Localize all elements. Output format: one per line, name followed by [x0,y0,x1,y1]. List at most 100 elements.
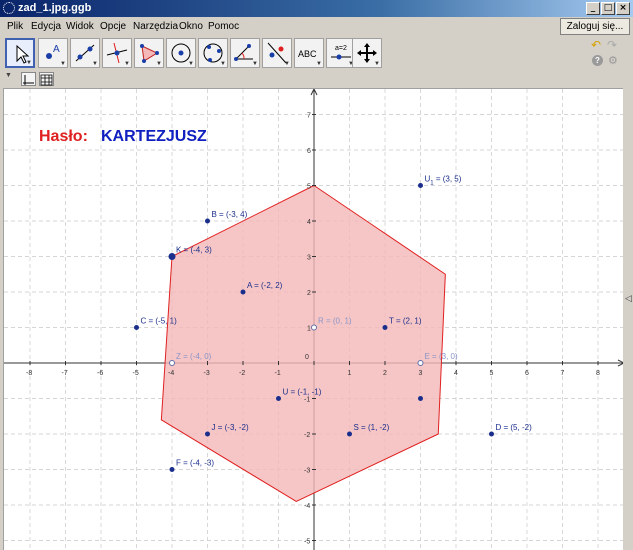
x-tick-label: 6 [525,370,529,377]
point-label: F = (-4, -3) [176,459,214,468]
settings-gear-icon[interactable]: ⚙ [608,55,619,66]
view-splitter[interactable]: ◁ [623,88,633,550]
reflect-tool[interactable]: ▼ [262,38,292,68]
y-tick-label: 6 [307,148,311,155]
redo-icon[interactable]: ↷ [607,39,619,51]
x-tick-label: -1 [275,370,281,377]
point-label: C = (-5, 1) [141,317,178,326]
point-marker[interactable] [418,396,423,401]
hexagon-polygon[interactable] [160,184,446,503]
x-tick-label: -2 [239,370,245,377]
minimize-button[interactable]: _ [586,2,600,15]
point-label: E = (3, 0) [425,352,458,361]
text-tool[interactable]: ABC ▼ [294,38,324,68]
point-marker[interactable] [168,253,176,260]
point-marker[interactable] [169,467,175,472]
menu-bar: Plik Edycja Widok Opcje Narzędzia Okno P… [0,17,633,36]
y-tick-label: 5 [307,184,311,191]
point-marker[interactable] [240,289,246,295]
point-marker[interactable] [347,431,352,437]
menu-narzedzia[interactable]: Narzędzia [133,21,178,32]
line-tool[interactable]: ▼ [70,38,100,68]
x-tick-label: -4 [168,370,174,377]
menu-edycja[interactable]: Edycja [31,21,61,32]
conic-tool[interactable]: ▼ [198,38,228,68]
polygon-tool[interactable]: ▼ [134,38,164,68]
grid-icon [40,74,53,86]
y-tick-label: -4 [304,503,310,510]
point-marker[interactable] [418,183,423,188]
x-tick-label: -6 [97,370,103,377]
slider-tool-label: a=2 [335,45,347,52]
collapse-stylebar-icon[interactable]: ▼ [5,72,12,79]
point-marker[interactable] [311,324,317,331]
menu-opcje[interactable]: Opcje [100,21,126,32]
move-view-tool[interactable]: ▼ [352,38,382,68]
toggle-axes-button[interactable] [21,72,36,86]
point-marker[interactable] [134,325,139,330]
window-title: zad_1.jpg.ggb [18,2,92,14]
point-marker[interactable] [489,431,494,437]
y-tick-label: -1 [304,397,310,404]
point-marker[interactable] [417,360,424,366]
menu-pomoc[interactable]: Pomoc [208,21,239,32]
point-marker[interactable] [382,325,388,330]
y-tick-label: -3 [304,468,310,475]
expand-panel-icon[interactable]: ◁ [625,293,632,304]
toolbar: ▼ A ▼ ▼ ▼ ▼ ▼ ▼ ▼ ▼ ABC ▼ a=2 ▼ [0,36,633,70]
point-label: U = (-1, -1) [283,388,322,397]
point-label: J = (-3, -2) [212,423,249,432]
point-label: A = (-2, 2) [247,281,283,290]
title-bar: zad_1.jpg.ggb _ □ × [0,0,633,17]
menu-okno[interactable]: Okno [179,21,203,32]
circle-tool[interactable]: ▼ [166,38,196,68]
graphics-view[interactable]: -8 -7 -6 -5 -4 -3 -2 -1 0 1 2 3 4 5 6 7 8 1 2 3 4 5 6 7 -1 -2 -3 -4… [3,88,623,550]
y-tick-label: 4 [307,219,311,226]
geogebra-window: zad_1.jpg.ggb _ □ × Plik Edycja Widok Op… [0,0,633,550]
x-tick-label: 5 [490,370,494,377]
y-tick-label: -2 [304,432,310,439]
x-tick-label: -8 [26,370,32,377]
geogebra-app-icon [3,2,15,14]
point-label: T = (2, 1) [389,317,422,326]
point-label: D = (5, -2) [496,423,533,432]
menu-plik[interactable]: Plik [7,21,23,32]
x-tick-label: -7 [62,370,68,377]
perpendicular-line-tool[interactable]: ▼ [102,38,132,68]
y-tick-label: 7 [307,113,311,120]
point-marker[interactable] [169,360,175,366]
point-label: B = (-3, 4) [212,210,248,219]
coordinate-plane[interactable]: -8 -7 -6 -5 -4 -3 -2 -1 0 1 2 3 4 5 6 7 8 1 2 3 4 5 6 7 -1 -2 -3 -4… [4,89,623,550]
x-tick-label: 3 [419,370,423,377]
x-tick-label: 1 [348,370,352,377]
undo-icon[interactable]: ↶ [591,39,603,51]
y-tick-label: -5 [304,539,310,546]
point-marker[interactable] [276,396,281,401]
style-bar: ▼ [0,70,633,88]
help-icon[interactable]: ? [592,55,603,66]
y-tick-label: 1 [307,326,311,333]
haslo-value: KARTEZJUSZ [101,128,207,145]
move-tool[interactable]: ▼ [5,38,35,68]
x-tick-label: 8 [596,370,600,377]
point-marker[interactable] [205,218,210,224]
point-label: R = (0, 1) [318,317,352,326]
point-tool[interactable]: A ▼ [38,38,68,68]
point-label: S = (1, -2) [354,423,390,432]
login-button[interactable]: Zaloguj się... [560,18,630,35]
x-tick-label: 0 [305,354,309,361]
x-tick-label: -3 [204,370,210,377]
axes-icon [23,75,34,85]
menu-widok[interactable]: Widok [66,21,94,32]
y-tick-label: 2 [307,290,311,297]
point-label: K = (-4, 3) [176,246,212,255]
x-tick-label: -5 [133,370,139,377]
maximize-button[interactable]: □ [601,2,615,15]
point-label: Z = (-4, 0) [176,352,212,361]
close-button[interactable]: × [616,2,630,15]
x-tick-label: 4 [454,370,458,377]
angle-tool[interactable]: ▼ [230,38,260,68]
y-tick-label: 3 [307,255,311,262]
point-marker[interactable] [205,431,210,437]
toggle-grid-button[interactable] [39,72,54,86]
